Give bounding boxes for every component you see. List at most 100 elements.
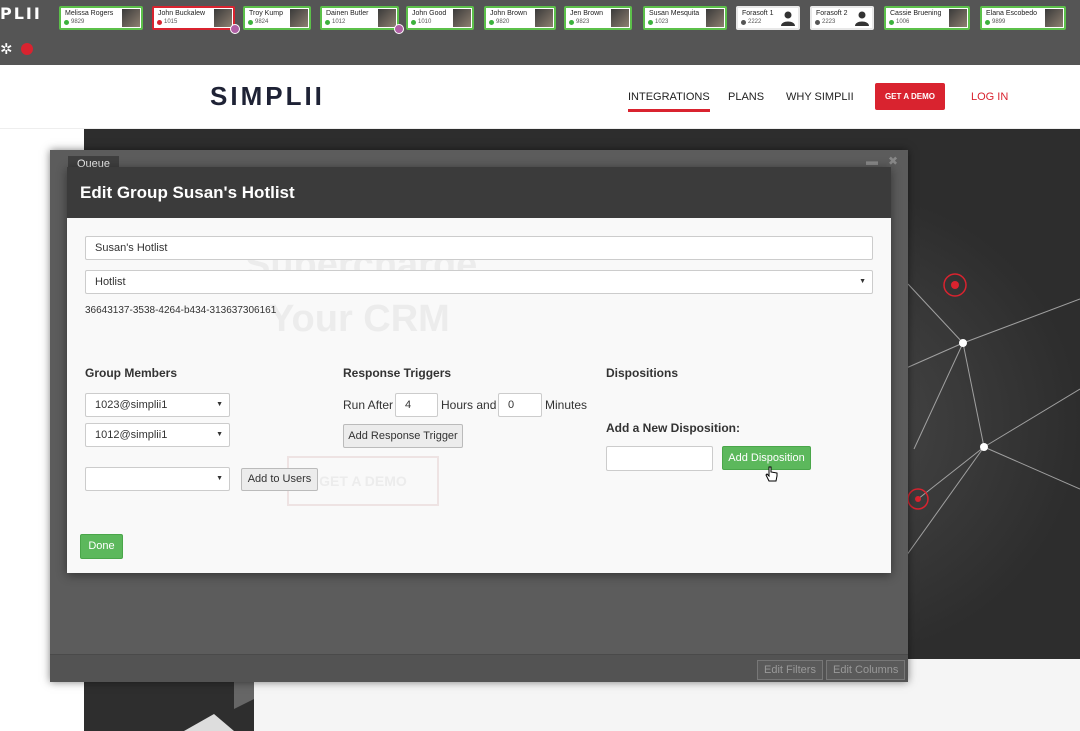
contact-name: John Buckalew xyxy=(158,10,206,17)
chevron-down-icon: ▼ xyxy=(216,475,223,482)
status-dot-icon xyxy=(741,20,746,25)
nav-plans[interactable]: PLANS xyxy=(728,91,764,103)
contact-name: Elana Escobedo xyxy=(986,10,1037,17)
contact-chip[interactable]: Melissa Rogers 9829 xyxy=(59,6,143,30)
edit-group-modal: Edit Group Susan's Hotlist Supercharge Y… xyxy=(67,167,891,573)
toolbar-icons: ✲ xyxy=(0,40,33,58)
status-dot-icon xyxy=(815,20,820,25)
modal-body: Supercharge Your CRM GET A DEMO Susan's … xyxy=(67,218,891,573)
notification-badge xyxy=(394,24,404,34)
status-dot-icon xyxy=(489,20,494,25)
status-dot-icon xyxy=(569,20,574,25)
contact-name: John Brown xyxy=(490,10,527,17)
ghost-headline-2: Your CRM xyxy=(269,298,450,340)
status-dot-icon xyxy=(985,20,990,25)
contact-extension: 9823 xyxy=(576,19,590,25)
avatar xyxy=(535,9,553,27)
hours-input[interactable]: 4 xyxy=(395,393,438,417)
contact-name: Jen Brown xyxy=(570,10,604,17)
brand-logo[interactable]: SIMPLII xyxy=(210,81,354,114)
contact-extension: 2223 xyxy=(822,19,836,25)
contact-extension: 9899 xyxy=(992,19,1006,25)
get-demo-button[interactable]: GET A DEMO xyxy=(875,83,945,110)
svg-text:SIMPLII: SIMPLII xyxy=(210,83,325,109)
status-dot-icon xyxy=(648,20,653,25)
avatar xyxy=(949,9,967,27)
chevron-down-icon: ▼ xyxy=(859,278,866,285)
contact-name: Cassie Bruening xyxy=(890,10,942,17)
status-dot-icon xyxy=(889,20,894,25)
contact-chip[interactable]: Forasoft 2 2223 xyxy=(810,6,874,30)
status-dot-icon xyxy=(325,20,330,25)
cursor-icon xyxy=(765,466,779,489)
queue-footer: Edit Filters Edit Columns xyxy=(50,654,908,682)
avatar xyxy=(122,9,140,27)
network-icon[interactable]: ✲ xyxy=(0,41,13,58)
contact-extension: 9824 xyxy=(255,19,269,25)
avatar xyxy=(290,9,308,27)
status-dot-icon xyxy=(157,20,162,25)
avatar xyxy=(453,9,471,27)
chevron-down-icon: ▼ xyxy=(216,401,223,408)
contact-extension: 9820 xyxy=(496,19,510,25)
contact-extension: 1012 xyxy=(332,19,346,25)
edit-columns-button[interactable]: Edit Columns xyxy=(826,660,906,680)
status-dot-icon xyxy=(411,20,416,25)
triggers-heading: Response Triggers xyxy=(343,366,452,380)
contact-chip[interactable]: John Buckalew 1015 xyxy=(152,6,240,34)
add-response-trigger-button[interactable]: Add Response Trigger xyxy=(343,424,463,448)
member-select-2-value: 1012@simplii1 xyxy=(95,429,168,441)
contact-chip[interactable]: John Good 1010 xyxy=(406,6,474,30)
nav-why-simplii[interactable]: WHY SIMPLII xyxy=(786,91,854,103)
minimize-icon[interactable]: ▬ xyxy=(866,154,878,168)
add-to-users-button[interactable]: Add to Users xyxy=(241,468,318,491)
notification-badge xyxy=(230,24,240,34)
edit-filters-button[interactable]: Edit Filters xyxy=(757,660,823,680)
avatar xyxy=(611,9,629,27)
contact-extension: 9829 xyxy=(71,19,85,25)
contact-extension: 1006 xyxy=(896,19,910,25)
group-id: 36643137-3538-4264-b434-313637306161 xyxy=(85,305,277,316)
contact-name: Troy Kump xyxy=(249,10,283,17)
run-after-label: Run After xyxy=(343,398,394,412)
close-icon[interactable]: ✖ xyxy=(888,154,898,168)
contact-name: Forasoft 1 xyxy=(742,10,774,17)
person-icon xyxy=(779,9,797,27)
member-select-2[interactable]: 1012@simplii1 ▼ xyxy=(85,423,230,447)
contact-chip[interactable]: Troy Kump 9824 xyxy=(243,6,311,30)
app-logo: PLII xyxy=(0,4,42,23)
contact-name: Dainen Butler xyxy=(326,10,369,17)
disposition-input[interactable] xyxy=(606,446,713,471)
person-icon xyxy=(853,9,871,27)
contact-name: Susan Mesquita xyxy=(649,10,700,17)
contact-chip[interactable]: John Brown 9820 xyxy=(484,6,556,30)
hours-and-label: Hours and xyxy=(441,398,497,412)
modal-title: Edit Group Susan's Hotlist xyxy=(80,183,295,202)
contact-name: Forasoft 2 xyxy=(816,10,848,17)
contact-extension: 1023 xyxy=(655,19,669,25)
add-new-disposition-label: Add a New Disposition: xyxy=(606,421,741,435)
contact-chip[interactable]: Dainen Butler 1012 xyxy=(320,6,404,34)
group-name-input[interactable]: Susan's Hotlist xyxy=(85,236,873,260)
contact-chip[interactable]: Susan Mesquita 1023 xyxy=(643,6,727,30)
avatar xyxy=(1045,9,1063,27)
contact-chip[interactable]: Forasoft 1 2222 xyxy=(736,6,800,30)
phone-off-icon[interactable] xyxy=(20,43,33,55)
contact-chip[interactable]: Jen Brown 9823 xyxy=(564,6,632,30)
avatar xyxy=(378,9,396,27)
contact-bar: PLII Melissa Rogers 9829 John Buckalew 1015… xyxy=(0,0,1080,65)
modal-header: Edit Group Susan's Hotlist xyxy=(67,167,891,218)
nav-integrations[interactable]: INTEGRATIONS xyxy=(628,91,710,112)
contact-extension: 1015 xyxy=(164,19,178,25)
new-member-select[interactable]: ▼ xyxy=(85,467,230,491)
member-select-1[interactable]: 1023@simplii1 ▼ xyxy=(85,393,230,417)
contact-chip[interactable]: Elana Escobedo 9899 xyxy=(980,6,1066,30)
group-type-select[interactable]: Hotlist ▼ xyxy=(85,270,873,294)
dispositions-heading: Dispositions xyxy=(606,366,679,380)
minutes-input[interactable]: 0 xyxy=(498,393,542,417)
site-header: SIMPLII INTEGRATIONS PLANS WHY SIMPLII G… xyxy=(0,65,1080,129)
login-link[interactable]: LOG IN xyxy=(971,91,1008,103)
contact-extension: 2222 xyxy=(748,19,762,25)
contact-chip[interactable]: Cassie Bruening 1006 xyxy=(884,6,970,30)
done-button[interactable]: Done xyxy=(80,534,123,559)
